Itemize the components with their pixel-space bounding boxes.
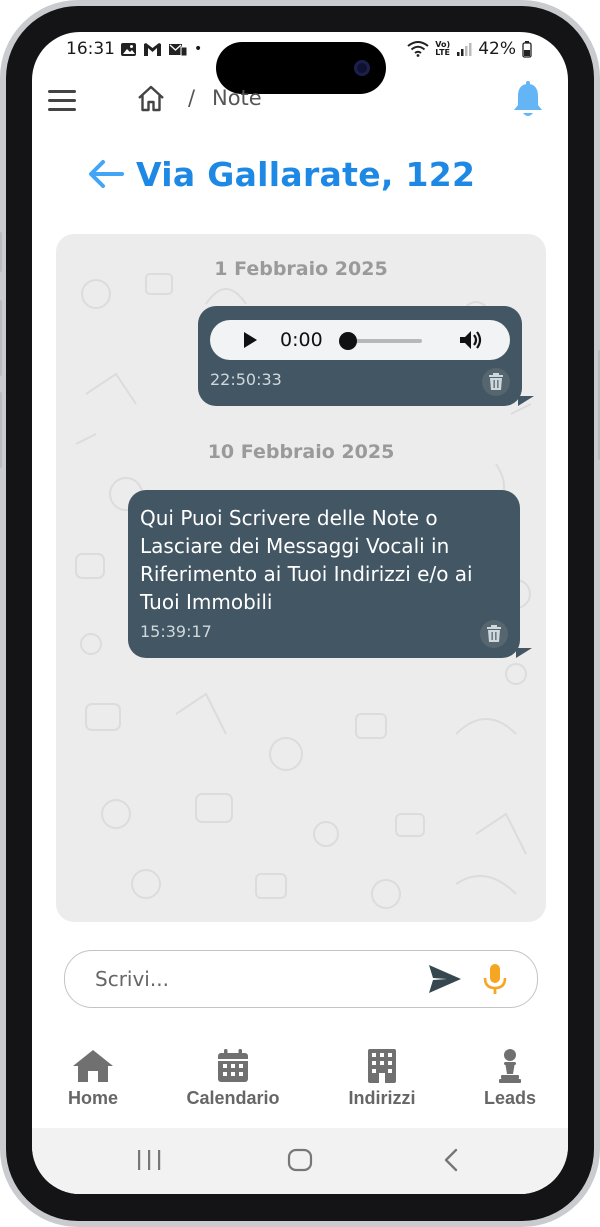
calendar-icon xyxy=(218,1049,248,1082)
nav-item-home[interactable]: Home xyxy=(50,1048,136,1109)
bubble-tail xyxy=(518,396,534,406)
top-bar: / Note xyxy=(32,80,568,124)
menu-line xyxy=(48,108,76,111)
nav-label: Home xyxy=(67,1088,118,1108)
pawn-icon xyxy=(499,1049,521,1083)
menu-line xyxy=(48,99,76,102)
home-button-icon[interactable] xyxy=(287,1148,313,1172)
hamburger-menu-button[interactable] xyxy=(48,90,76,112)
wifi-icon xyxy=(407,41,429,57)
status-time: 16:31 xyxy=(66,39,115,59)
date-separator: 10 Febbraio 2025 xyxy=(207,441,395,463)
action-button xyxy=(0,232,2,272)
nav-label: Calendario xyxy=(186,1088,280,1108)
battery-icon xyxy=(522,40,532,58)
audio-current-time: 0:00 xyxy=(280,329,323,351)
page-title: Via Gallarate, 122 xyxy=(136,154,476,194)
status-system-icons: Vo) LTE 42% xyxy=(407,39,532,59)
date-separator: 1 Febbraio 2025 xyxy=(214,258,388,280)
menu-line xyxy=(48,90,76,93)
back-button-icon[interactable] xyxy=(438,1148,464,1172)
phone-frame: 16:31 • Vo) LTE 42% / Note Via Gallarate… xyxy=(0,0,600,1227)
message-timestamp: 15:39:17 xyxy=(140,622,212,641)
breadcrumb-separator: / xyxy=(188,86,196,110)
audio-player[interactable]: 0:00 xyxy=(210,320,510,360)
mail-icon xyxy=(169,43,188,56)
gmail-icon xyxy=(144,42,161,56)
breadcrumb-current-page: Note xyxy=(212,86,262,110)
gallery-icon xyxy=(121,42,136,56)
status-dot: • xyxy=(194,41,203,57)
volume-icon[interactable] xyxy=(458,329,484,351)
system-navigation-bar xyxy=(32,1128,568,1194)
nav-item-indirizzi[interactable]: Indirizzi xyxy=(330,1048,434,1109)
trash-icon xyxy=(489,373,503,390)
bottom-navigation: Home Calendario Indirizzi Leads xyxy=(32,1042,568,1132)
play-icon[interactable] xyxy=(242,331,258,349)
recent-apps-icon[interactable] xyxy=(136,1148,162,1172)
message-composer xyxy=(64,950,538,1008)
delete-message-button[interactable] xyxy=(482,368,510,396)
nav-item-calendario[interactable]: Calendario xyxy=(172,1048,294,1109)
trash-icon xyxy=(487,625,501,642)
nav-item-leads[interactable]: Leads xyxy=(470,1048,550,1109)
delete-message-button[interactable] xyxy=(480,620,508,648)
volume-up-button xyxy=(0,300,2,376)
audio-progress-track[interactable] xyxy=(346,339,422,343)
network-type-indicator: Vo) LTE xyxy=(435,41,450,57)
message-text: Qui Puoi Scrivere delle Note o Lasciare … xyxy=(140,506,473,614)
microphone-icon[interactable] xyxy=(477,961,513,997)
battery-percentage: 42% xyxy=(478,39,516,59)
message-timestamp: 22:50:33 xyxy=(210,370,282,389)
nav-label: Leads xyxy=(483,1088,537,1108)
bubble-tail xyxy=(516,648,532,658)
notification-bell-icon[interactable] xyxy=(510,80,546,120)
front-camera xyxy=(354,60,370,76)
screen: 16:31 • Vo) LTE 42% / Note Via Gallarate… xyxy=(32,32,568,1194)
text-message-bubble: Qui Puoi Scrivere delle Note o Lasciare … xyxy=(128,490,532,658)
message-input[interactable] xyxy=(93,963,397,995)
audio-message-bubble: 0:00 22:50:33 xyxy=(198,306,534,406)
back-arrow-icon[interactable] xyxy=(86,154,126,194)
network-type-bottom: LTE xyxy=(435,48,450,57)
signal-icon xyxy=(457,43,472,56)
home-icon xyxy=(73,1050,113,1082)
breadcrumb-home-icon[interactable] xyxy=(136,84,166,114)
nav-label: Indirizzi xyxy=(348,1088,416,1108)
volume-down-button xyxy=(0,392,2,468)
status-notification-icons: • xyxy=(120,41,202,57)
building-icon xyxy=(368,1049,396,1083)
send-icon[interactable] xyxy=(427,963,463,995)
chat-area[interactable]: 1 Febbraio 2025 0:00 22:50:33 10 Febbrai… xyxy=(56,234,546,922)
audio-progress-knob[interactable] xyxy=(339,332,357,350)
page-header: Via Gallarate, 122 xyxy=(86,150,475,198)
